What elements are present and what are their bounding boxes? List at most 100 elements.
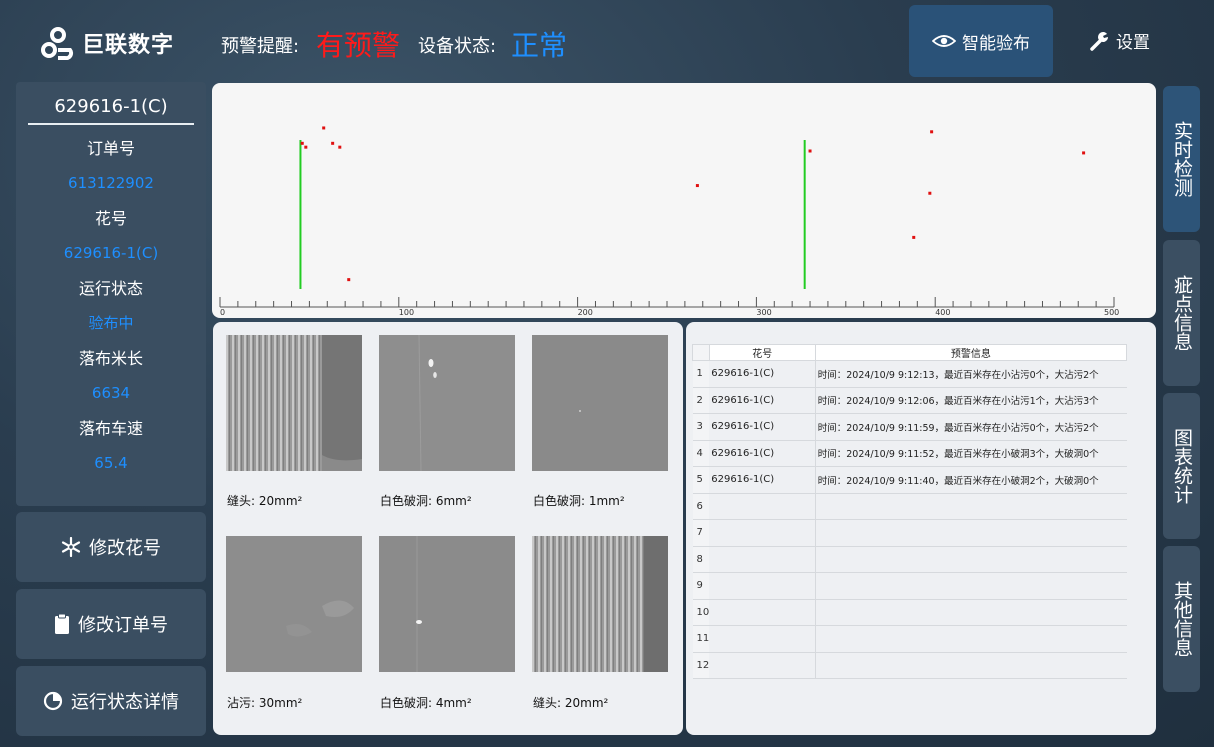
alert-message-cell [815,572,1127,600]
table-row[interactable]: 7 [692,519,1127,547]
defect-image-plain[interactable] [532,335,668,471]
defect-point[interactable] [808,149,812,153]
tab-realtime-detection[interactable]: 实时检测 [1163,86,1200,232]
order-number-label: 订单号 [86,139,135,158]
device-status-value: 正常 [511,29,568,62]
alert-message-cell [815,625,1127,653]
defect-image-seam[interactable] [226,335,362,471]
settings-button[interactable]: 设置 [1090,28,1150,53]
table-row[interactable]: 3 629616-1(C) 时间：2024/10/9 9:11:59，最近百米存在小… [692,413,1127,441]
flower-number-value: 629616-1(C) [63,244,159,262]
flower-cell: 629616-1(C) [709,466,816,494]
alert-message-cell [815,598,1127,626]
alert-message-cell [815,545,1127,573]
alert-message-cell: 时间：2024/10/9 9:11:59，最近百米存在小沾污0个，大沾污2个 [815,413,1127,441]
snowflake-icon [61,537,81,557]
alert-message-cell [815,651,1127,679]
modify-flower-label: 修改花号 [89,538,161,559]
cloth-speed-value: 65.4 [94,454,128,472]
run-status-label: 运行状态 [78,279,143,298]
cloth-length-value: 6634 [91,384,131,402]
flower-cell [709,572,816,600]
flower-cell [709,545,816,573]
flower-column-header[interactable]: 花号 [708,344,816,361]
device-status-label: 设备状态: [418,36,497,57]
app-name: 巨联数字 [82,33,175,58]
defect-image-stain[interactable] [226,536,362,672]
tab-defect-info[interactable]: 疵点信息 [1163,240,1200,386]
tab-label: 图表统计 [1171,428,1193,504]
table-row[interactable]: 2 629616-1(C) 时间：2024/10/9 9:12:06，最近百米存在小… [692,386,1127,414]
alert-message-cell: 时间：2024/10/9 9:11:52，最近百米存在小破洞3个，大破洞0个 [815,439,1127,467]
smart-inspection-label: 智能验布 [962,33,1030,54]
order-number-value: 613122902 [68,174,154,192]
header-bar: 巨联数字 预警提醒: 有预警 设备状态: 正常 智能验布 设置 [0,0,1214,82]
defect-point[interactable] [338,145,342,149]
alert-info-column-header[interactable]: 预警信息 [814,344,1128,361]
defect-point[interactable] [930,130,934,134]
row-number: 9 [692,572,710,600]
defect-point[interactable] [695,184,699,188]
tab-label: 实时检测 [1171,121,1193,197]
defect-image-hole[interactable] [379,335,515,471]
x-tick-label: 500 [1104,308,1119,317]
flower-cell [709,651,816,679]
defect-caption: 沾污: 30mm² [227,696,303,710]
table-row[interactable]: 4 629616-1(C) 时间：2024/10/9 9:11:52，最近百米存在小… [692,439,1127,467]
defect-image-seam[interactable] [532,536,668,672]
defect-point[interactable] [347,278,351,282]
modify-flower-button[interactable]: 修改花号 [16,512,206,582]
row-number: 10 [692,598,710,626]
alert-table: 花号 预警信息 1 629616-1(C) 时间：2024/10/9 9:12:13… [692,344,1128,679]
x-tick-label: 0 [220,308,225,317]
defect-caption: 缝头: 20mm² [533,696,609,710]
alert-label: 预警提醒: [221,36,300,57]
row-number: 6 [692,492,710,520]
defect-distribution-chart: 0 100 200 300 400 500 [212,83,1156,318]
table-row[interactable]: 1 629616-1(C) 时间：2024/10/9 9:12:13，最近百米存在小… [692,360,1127,388]
defect-point[interactable] [928,191,932,195]
alert-table-panel: 花号 预警信息 1 629616-1(C) 时间：2024/10/9 9:12:13… [686,322,1156,735]
row-number: 1 [692,360,710,388]
x-tick-label: 100 [399,308,414,317]
cloth-length-label: 落布米长 [78,349,143,368]
table-row[interactable]: 8 [692,545,1127,573]
defect-image-hole[interactable] [379,536,515,672]
alert-message-cell: 时间：2024/10/9 9:11:40，最近百米存在小破洞2个，大破洞0个 [815,466,1127,494]
table-row[interactable]: 6 [692,492,1127,520]
table-row[interactable]: 5 629616-1(C) 时间：2024/10/9 9:11:40，最近百米存在小… [692,466,1127,494]
x-tick-label: 200 [578,308,593,317]
table-row[interactable]: 11 [692,625,1127,653]
cloth-speed-label: 落布车速 [78,419,143,438]
table-row[interactable]: 12 [692,651,1127,679]
settings-label: 设置 [1116,33,1150,53]
flower-cell [709,625,816,653]
tab-label: 疵点信息 [1171,275,1193,351]
info-panel-title: 629616-1(C) [28,96,194,125]
defect-point[interactable] [331,141,335,145]
flower-cell: 629616-1(C) [709,413,816,441]
defect-point[interactable] [1082,151,1086,155]
run-status-details-button[interactable]: 运行状态详情 [16,666,206,736]
clipboard-icon [55,613,69,634]
defect-caption: 缝头: 20mm² [227,494,303,508]
defect-caption: 白色破洞: 6mm² [380,494,472,508]
tab-chart-statistics[interactable]: 图表统计 [1163,393,1200,539]
row-number: 4 [692,439,710,467]
defect-point[interactable] [322,126,326,130]
row-number-header [692,344,710,361]
tab-other-info[interactable]: 其他信息 [1163,546,1200,692]
modify-order-button[interactable]: 修改订单号 [16,589,206,659]
smart-inspection-button[interactable]: 智能验布 [909,5,1053,77]
defect-point[interactable] [912,235,916,239]
row-number: 3 [692,413,710,441]
row-number: 2 [692,386,710,414]
defect-caption: 白色破洞: 4mm² [380,696,472,710]
table-row[interactable]: 9 [692,572,1127,600]
alert-message-cell [815,519,1127,547]
defect-point[interactable] [304,145,308,149]
table-row[interactable]: 10 [692,598,1127,626]
modify-order-label: 修改订单号 [78,615,168,636]
defect-point[interactable] [300,141,304,145]
flower-cell [709,598,816,626]
